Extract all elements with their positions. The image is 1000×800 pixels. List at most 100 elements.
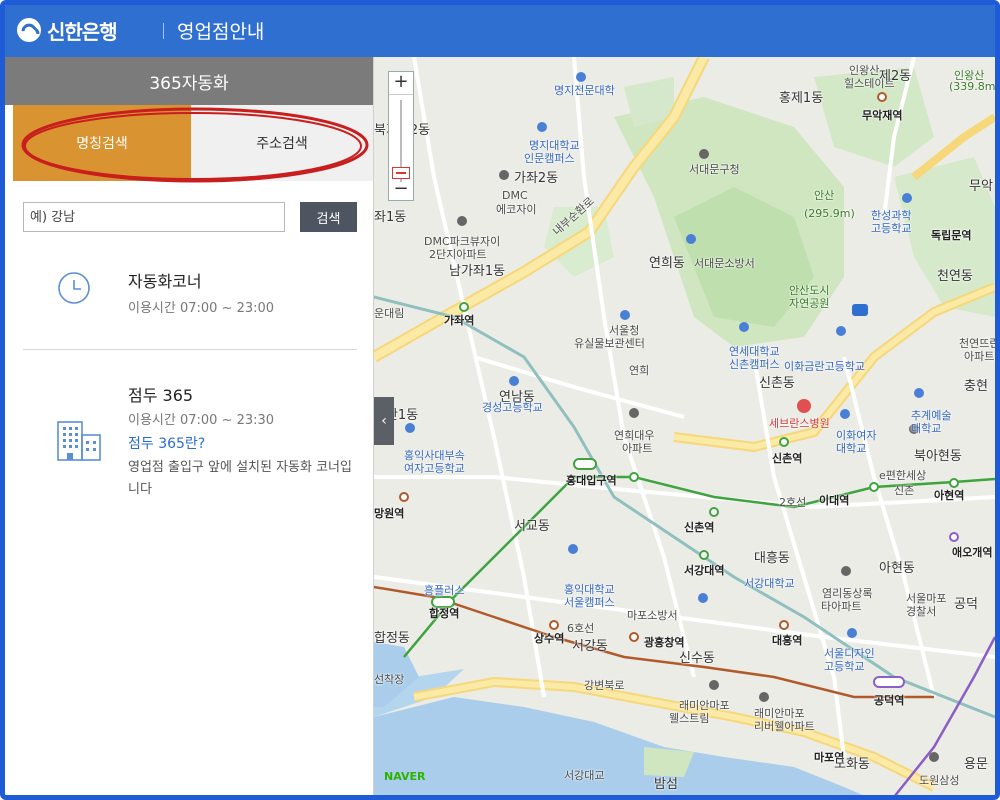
map-label: 에코자이 bbox=[496, 203, 537, 216]
entry-title-atm-corner: 자동화코너 bbox=[128, 272, 202, 291]
map-label: 남가좌1동 bbox=[449, 264, 506, 279]
map-label: 이화금란고등학교 bbox=[784, 360, 865, 373]
map-label: 서강동 bbox=[572, 639, 608, 654]
map-label: (339.8m) bbox=[949, 80, 995, 93]
zoom-control: + − bbox=[388, 71, 414, 201]
search-row: 검색 bbox=[23, 202, 359, 234]
map-label: 운대림 bbox=[374, 307, 405, 320]
map-label: 애오개역 bbox=[952, 546, 993, 559]
map-label: 아파트 bbox=[964, 350, 995, 363]
map-label: 리버웰아파트 bbox=[754, 720, 815, 733]
search-button[interactable]: 검색 bbox=[300, 202, 357, 232]
map-label: 밤섬 bbox=[654, 777, 678, 792]
map-label: 좌1동 bbox=[374, 210, 407, 225]
map-label: 신촌캠퍼스 bbox=[729, 358, 780, 371]
map-label: 유실물보관센터 bbox=[574, 337, 645, 350]
entry-description-jumdu: 영업점 출입구 앞에 설치된 자동화 코너입니다 bbox=[128, 460, 352, 497]
map-label: 아파트 bbox=[622, 442, 653, 455]
search-tabs: 명칭검색 주소검색 bbox=[5, 105, 373, 181]
map-label: 대흥동 bbox=[754, 551, 790, 566]
map-label: 흥플러스 bbox=[424, 584, 465, 597]
header-bar: 신한은행 영업점안내 bbox=[5, 5, 995, 57]
map-canvas bbox=[374, 57, 995, 795]
map-label: 경성고등학교 bbox=[482, 401, 543, 414]
map-label: 신촌역 bbox=[772, 452, 803, 465]
page-title: 영업점안내 bbox=[177, 21, 265, 43]
map-label: 가좌역 bbox=[444, 314, 475, 327]
tab-name-search[interactable]: 명칭검색 bbox=[13, 105, 191, 181]
tab-address-search[interactable]: 주소검색 bbox=[191, 105, 373, 181]
map-label: 신촌동 bbox=[759, 376, 795, 391]
map-label: 2호선 bbox=[779, 496, 807, 509]
map-label: 도원삼성 bbox=[919, 774, 960, 787]
map-label: 이대역 bbox=[819, 494, 850, 507]
map-label: 신촌역 bbox=[684, 521, 715, 534]
entry-title-jumdu: 점두 365 bbox=[128, 386, 194, 405]
jumdu-info-link[interactable]: 점두 365란? bbox=[128, 433, 205, 453]
map-label: e편한세상 bbox=[879, 469, 927, 482]
map-label: 대학교 bbox=[836, 442, 867, 455]
map-label: 고등학교 bbox=[824, 660, 865, 673]
map-label: 서강대역 bbox=[684, 564, 725, 577]
map-label: 충현 bbox=[964, 379, 988, 394]
brand[interactable]: 신한은행 bbox=[17, 15, 118, 45]
map-label: 타아파트 bbox=[821, 600, 862, 613]
map-label: 6호선 bbox=[567, 622, 595, 635]
collapse-panel-button[interactable]: ‹ bbox=[374, 397, 394, 445]
map-label: 웰스트림 bbox=[669, 712, 710, 725]
map-label: 서대문구청 bbox=[689, 163, 740, 176]
map-label: 경찰서 bbox=[906, 605, 937, 618]
entry-hours-atm-corner: 이용시간 07:00 ~ 23:00 bbox=[128, 301, 275, 316]
map-label: 서교동 bbox=[514, 519, 550, 534]
map-label: 제2동 bbox=[879, 69, 912, 84]
map-label: 공덕역 bbox=[874, 694, 905, 707]
map-label: 홍제1동 bbox=[779, 91, 824, 106]
map-label: 아현동 bbox=[879, 561, 915, 576]
clock-icon bbox=[58, 272, 90, 304]
search-input[interactable] bbox=[23, 202, 285, 232]
building-icon bbox=[57, 421, 101, 461]
map-label: 서대문소방서 bbox=[694, 257, 755, 270]
map-label: 독립문역 bbox=[931, 229, 972, 242]
divider bbox=[23, 349, 357, 350]
map-label: 신촌 bbox=[894, 484, 915, 497]
map-label: 서울캠퍼스 bbox=[564, 596, 615, 609]
map-label: 신수동 bbox=[679, 651, 715, 666]
map-label: 선착장 bbox=[374, 673, 405, 686]
map-label: 가좌2동 bbox=[514, 171, 559, 186]
panel-title: 365자동화 bbox=[5, 57, 373, 105]
map-label: 여자고등학교 bbox=[404, 462, 465, 475]
map-label: 망원역 bbox=[374, 507, 405, 520]
map-label: 자연공원 bbox=[789, 297, 830, 310]
zoom-in-button[interactable]: + bbox=[389, 72, 413, 95]
map-label: (295.9m) bbox=[804, 207, 855, 220]
map-label: 인문캠퍼스 bbox=[524, 152, 575, 165]
map-label: 대학교 bbox=[911, 422, 942, 435]
shinhan-logo-icon bbox=[17, 18, 41, 42]
map-label: 북아현동 bbox=[914, 449, 962, 464]
map-label: 서강대학교 bbox=[744, 577, 795, 590]
map-label: 세브란스병원 bbox=[769, 417, 830, 430]
map-label: 마포소방서 bbox=[627, 609, 678, 622]
map-label: 무악 bbox=[969, 179, 993, 194]
map-label: 명지전문대학 bbox=[554, 84, 615, 97]
map-label: 대흥역 bbox=[772, 634, 803, 647]
map-label: 합정역 bbox=[429, 607, 460, 620]
browser-frame: 신한은행 영업점안내 365자동화 명칭검색 주소검색 검색 자동화코너 이용시… bbox=[0, 0, 1000, 800]
map-label: 연희 bbox=[629, 364, 650, 377]
map-label: 천연동 bbox=[937, 269, 973, 284]
branch-search-panel: 365자동화 명칭검색 주소검색 검색 자동화코너 이용시간 07:00 ~ 2… bbox=[5, 57, 374, 795]
map-label: 상수역 bbox=[534, 632, 565, 645]
map-label: 안산 bbox=[814, 189, 835, 202]
zoom-out-button[interactable]: − bbox=[389, 180, 413, 200]
map-label: 홍대입구역 bbox=[566, 474, 617, 487]
map-label: 합정동 bbox=[374, 631, 410, 646]
map-label: 강변북로 bbox=[584, 679, 625, 692]
header-divider bbox=[163, 23, 164, 39]
map-label: 아현역 bbox=[934, 489, 965, 502]
map-label: 공덕 bbox=[954, 597, 978, 612]
map-view[interactable]: 홍제1동인왕산힐스테이트제2동인왕산(339.8m)무악재역무악명지전문대학북가… bbox=[374, 57, 995, 795]
entry-hours-jumdu: 이용시간 07:00 ~ 23:30 bbox=[128, 413, 275, 428]
map-label: 용문 bbox=[964, 757, 988, 772]
map-label: 고등학교 bbox=[871, 222, 912, 235]
